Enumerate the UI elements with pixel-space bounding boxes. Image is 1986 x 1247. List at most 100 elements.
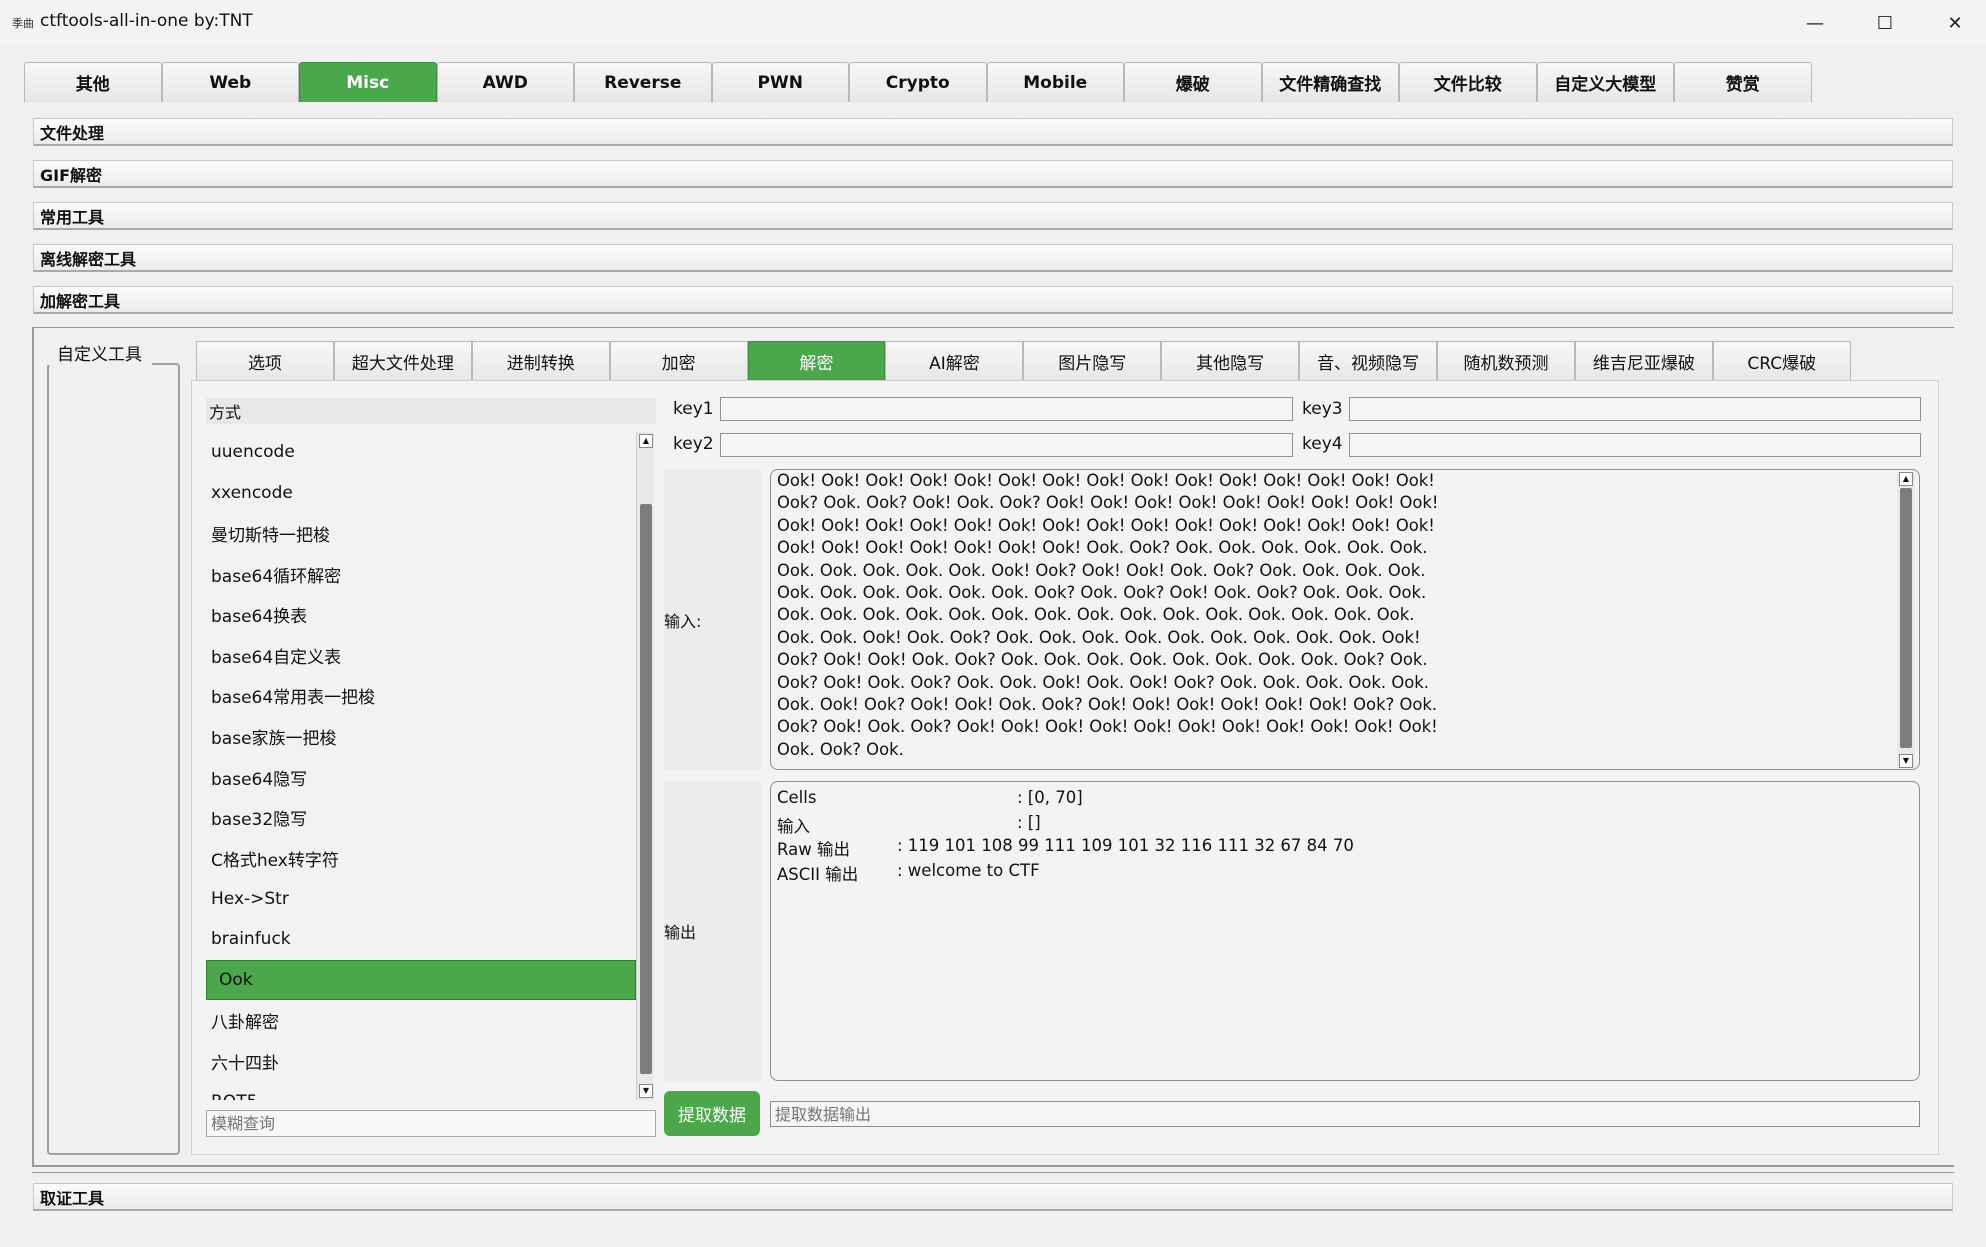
method-item[interactable]: base64换表 [206, 594, 636, 635]
main-tab-mobile[interactable]: Mobile [986, 62, 1124, 102]
window-title: ctftools-all-in-one by:TNT [40, 11, 253, 31]
sub-tab-bar: 选项 超大文件处理 进制转换 加密 解密 AI解密 图片隐写 其他隐写 音、视频… [196, 341, 1851, 380]
input-line: Ook. Ook! Ook? Ook! Ook! Ook. Ook? Ook! … [777, 695, 1438, 715]
minimize-icon[interactable]: — [1780, 0, 1850, 46]
main-tab-custom-llm[interactable]: 自定义大模型 [1536, 62, 1674, 102]
key3-label: key3 [1302, 399, 1343, 419]
input-line: Ook! Ook! Ook! Ook! Ook! Ook! Ook! Ook. … [777, 538, 1428, 558]
method-list-scrollbar[interactable]: ▲ ▼ [636, 432, 654, 1100]
method-item[interactable]: uuencode [206, 432, 636, 473]
scroll-up-arrow-icon[interactable]: ▲ [1899, 472, 1913, 486]
input-line: Ook? Ook! Ook. Ook? Ook! Ook! Ook! Ook! … [777, 717, 1438, 737]
method-item[interactable]: 六十四卦 [206, 1041, 636, 1082]
method-item[interactable]: base家族一把梭 [206, 716, 636, 757]
input-textarea[interactable]: Ook! Ook! Ook! Ook! Ook! Ook! Ook! Ook! … [770, 469, 1920, 770]
input-line: Ook! Ook! Ook! Ook! Ook! Ook! Ook! Ook! … [777, 471, 1435, 490]
main-tab-file-search[interactable]: 文件精确查找 [1261, 62, 1399, 102]
input-line: Ook. Ook. Ook. Ook. Ook. Ook. Ook. Ook. … [777, 605, 1415, 625]
method-item[interactable]: 曼切斯特一把梭 [206, 513, 636, 554]
section-forensics-tools[interactable]: 取证工具 [33, 1183, 1953, 1211]
input-line: Ook. Ook? Ook. [777, 739, 904, 759]
scrollbar-thumb[interactable] [640, 504, 652, 1074]
fuzzy-search-input[interactable] [206, 1110, 656, 1137]
key4-label: key4 [1302, 434, 1343, 454]
main-tab-bruteforce[interactable]: 爆破 [1124, 62, 1262, 102]
main-tab-crypto[interactable]: Crypto [849, 62, 987, 102]
output-key: 输入 [777, 817, 810, 836]
output-textarea[interactable]: Cells : [0, 70] 输入 : [] Raw 输出 : 119 101… [770, 781, 1920, 1081]
method-item[interactable]: base64自定义表 [206, 635, 636, 676]
main-tab-awd[interactable]: AWD [436, 62, 574, 102]
title-bar: 季曲 ctftools-all-in-one by:TNT — ☐ ✕ [0, 0, 1986, 46]
method-list: uuencode xxencode 曼切斯特一把梭 base64循环解密 bas… [206, 432, 636, 1100]
main-tab-pwn[interactable]: PWN [711, 62, 849, 102]
sub-tab-crc-brute[interactable]: CRC爆破 [1712, 341, 1851, 380]
sub-tab-decrypt[interactable]: 解密 [747, 341, 886, 380]
main-tab-misc[interactable]: Misc [299, 62, 437, 102]
output-key: Raw 输出 [777, 840, 850, 859]
input-line: Ook. Ook. Ook. Ook. Ook. Ook! Ook? Ook! … [777, 560, 1426, 580]
key1-input[interactable] [720, 397, 1293, 421]
output-label: 输出 [664, 923, 697, 942]
sub-tab-av-stego[interactable]: 音、视频隐写 [1299, 341, 1438, 380]
close-icon[interactable]: ✕ [1920, 0, 1986, 46]
output-value: : [] [1017, 813, 1041, 832]
key3-input[interactable] [1349, 397, 1921, 421]
section-file-processing[interactable]: 文件处理 [33, 118, 1953, 146]
method-item[interactable]: base64循环解密 [206, 554, 636, 595]
main-tab-other[interactable]: 其他 [24, 62, 162, 102]
scrollbar-thumb[interactable] [1900, 488, 1912, 748]
key1-label: key1 [673, 399, 714, 419]
section-crypto-tools[interactable]: 加解密工具 [33, 286, 1953, 314]
output-value: : 119 101 108 99 111 109 101 32 116 111 … [897, 836, 1354, 855]
app-icon: 季曲 [12, 17, 34, 30]
sub-tab-image-stego[interactable]: 图片隐写 [1023, 341, 1162, 380]
input-line: Ook! Ook! Ook! Ook! Ook! Ook! Ook! Ook! … [777, 515, 1435, 535]
sub-tab-vigenere-brute[interactable]: 维吉尼亚爆破 [1574, 341, 1713, 380]
scroll-up-arrow-icon[interactable]: ▲ [639, 434, 653, 448]
input-scrollbar[interactable]: ▲ ▼ [1897, 472, 1915, 768]
method-item[interactable]: 八卦解密 [206, 1000, 636, 1041]
maximize-icon[interactable]: ☐ [1850, 0, 1920, 46]
sub-tab-ai-decrypt[interactable]: AI解密 [885, 341, 1024, 380]
main-tab-reverse[interactable]: Reverse [574, 62, 712, 102]
main-tab-web[interactable]: Web [161, 62, 299, 102]
method-item[interactable]: ROT5 [206, 1082, 636, 1100]
output-value: : welcome to CTF [897, 861, 1040, 880]
input-line: Ook. Ook. Ook. Ook. Ook. Ook. Ook? Ook. … [777, 583, 1427, 603]
sub-tab-random-predict[interactable]: 随机数预测 [1437, 341, 1575, 380]
key4-input[interactable] [1349, 433, 1921, 457]
method-item[interactable]: xxencode [206, 473, 636, 514]
main-tab-file-compare[interactable]: 文件比较 [1399, 62, 1537, 102]
scroll-down-arrow-icon[interactable]: ▼ [1899, 754, 1913, 768]
sub-tab-base-convert[interactable]: 进制转换 [471, 341, 610, 380]
output-label-column: 输出 [664, 781, 761, 1081]
method-item[interactable]: brainfuck [206, 919, 636, 960]
input-line: Ook? Ook! Ook! Ook. Ook? Ook. Ook. Ook. … [777, 650, 1428, 670]
output-key: ASCII 输出 [777, 865, 859, 884]
extract-data-button[interactable]: 提取数据 [664, 1091, 760, 1136]
method-item[interactable]: base64隐写 [206, 757, 636, 798]
sub-tab-encrypt[interactable]: 加密 [609, 341, 748, 380]
method-item[interactable]: base64常用表一把梭 [206, 676, 636, 717]
method-item[interactable]: C格式hex转字符 [206, 838, 636, 879]
section-common-tools[interactable]: 常用工具 [33, 202, 1953, 230]
scroll-down-arrow-icon[interactable]: ▼ [639, 1084, 653, 1098]
main-tab-bar: 其他 Web Misc AWD Reverse PWN Crypto Mobil… [24, 62, 1812, 102]
sub-tab-options[interactable]: 选项 [196, 341, 334, 380]
main-tab-donate[interactable]: 赞赏 [1674, 62, 1812, 102]
section-offline-decrypt[interactable]: 离线解密工具 [33, 244, 1953, 272]
input-label-column: 输入: [664, 469, 761, 770]
output-row: Raw 输出 : 119 101 108 99 111 109 101 32 1… [777, 836, 1913, 861]
sub-tab-other-stego[interactable]: 其他隐写 [1161, 341, 1300, 380]
method-item[interactable]: base32隐写 [206, 797, 636, 838]
method-item-selected[interactable]: Ook [206, 959, 636, 1001]
section-gif-decrypt[interactable]: GIF解密 [33, 160, 1953, 188]
extract-data-output[interactable] [770, 1101, 1920, 1127]
input-line: Ook. Ook. Ook! Ook. Ook? Ook. Ook. Ook. … [777, 627, 1421, 647]
key2-label: key2 [673, 434, 714, 454]
divider [32, 1172, 1954, 1173]
key2-input[interactable] [720, 433, 1293, 457]
sub-tab-large-file[interactable]: 超大文件处理 [333, 341, 472, 380]
method-item[interactable]: Hex->Str [206, 879, 636, 920]
